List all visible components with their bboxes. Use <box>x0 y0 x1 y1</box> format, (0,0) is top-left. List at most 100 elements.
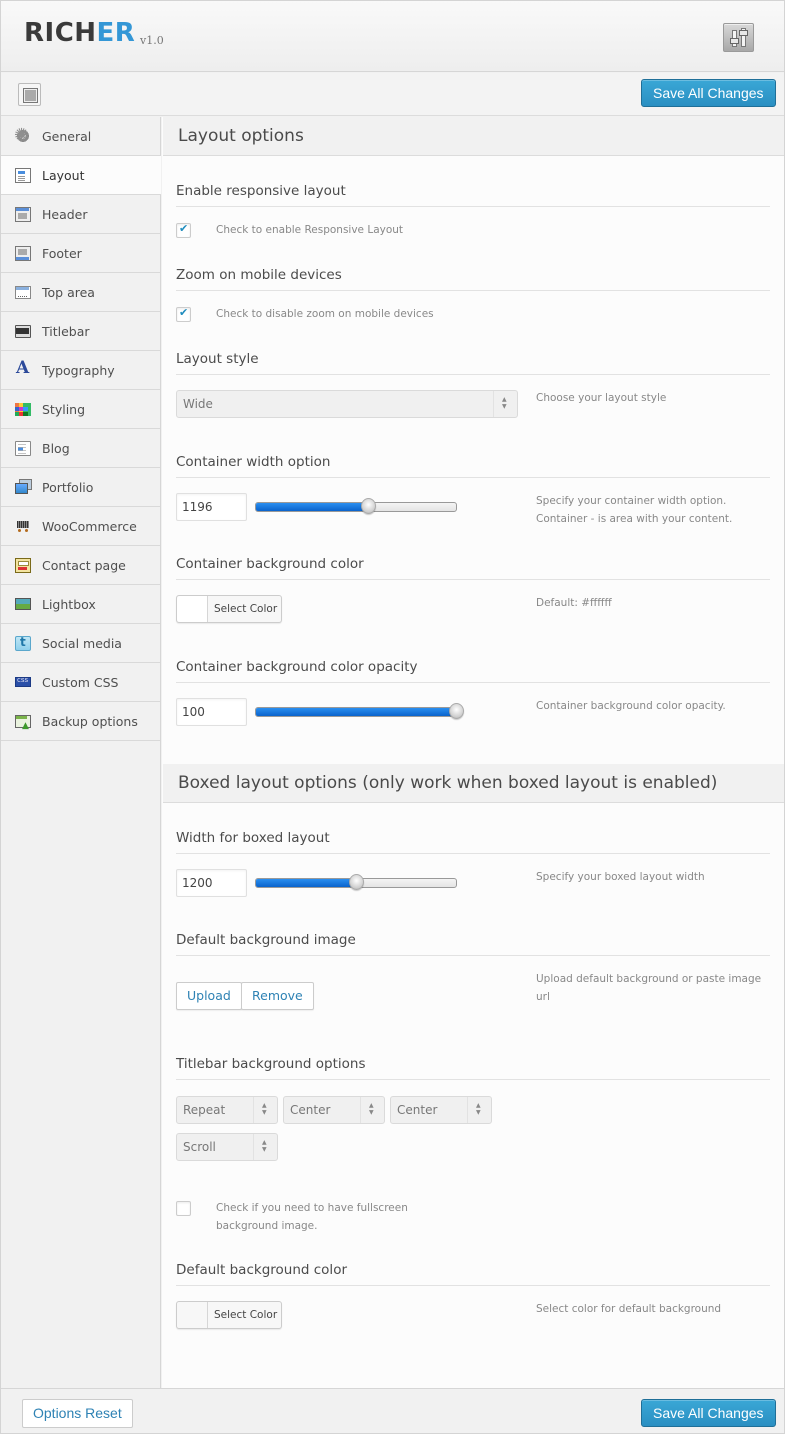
select-color-label: Select Color <box>214 1309 278 1321</box>
option-description: Select color for default background <box>536 1303 722 1315</box>
option-zoom-mobile: Zoom on mobile devices Check to disable … <box>176 267 770 322</box>
container-bg-color-picker[interactable]: Select Color <box>176 595 282 623</box>
boxed-width-slider[interactable] <box>255 874 457 890</box>
sidebar-item-custom-css[interactable]: Custom CSS <box>1 663 160 702</box>
upload-button[interactable]: Upload <box>176 982 242 1010</box>
version-label: v1.0 <box>140 34 164 47</box>
options-panel: RICHER v1.0 Save All Changes General Lay… <box>0 0 785 1434</box>
option-description: Choose your layout style <box>536 392 667 404</box>
color-swatch <box>177 596 208 622</box>
sidebar-item-blog[interactable]: Blog <box>1 429 160 468</box>
boxed-width-input[interactable]: 1200 <box>176 869 247 897</box>
container-opacity-slider[interactable] <box>255 703 464 719</box>
sidebar-item-typography[interactable]: Typography <box>1 351 160 390</box>
layout-style-select[interactable]: Wide <box>176 390 518 418</box>
sidebar-item-header[interactable]: Header <box>1 195 160 234</box>
option-title: Default background image <box>176 932 770 956</box>
titlebar-icon <box>15 324 31 338</box>
remove-button[interactable]: Remove <box>241 982 314 1010</box>
save-all-changes-button[interactable]: Save All Changes <box>641 79 776 107</box>
container-width-slider[interactable] <box>255 498 457 514</box>
slider-handle[interactable] <box>349 874 364 890</box>
color-grid-icon <box>15 402 31 416</box>
option-description: Specify your container width option. Con… <box>536 492 776 528</box>
option-description: Specify your boxed layout width <box>536 871 705 883</box>
option-responsive-layout: Enable responsive layout Check to enable… <box>176 183 770 238</box>
option-titlebar-bg: Titlebar background options Repeat Cente… <box>176 1056 770 1232</box>
description-line: Specify your container width option. <box>536 495 727 507</box>
select-value: Scroll <box>183 1140 216 1154</box>
sliders-icon[interactable] <box>723 23 754 52</box>
option-default-bg-color: Default background color Select Color Se… <box>176 1262 770 1329</box>
sidebar-item-general[interactable]: General <box>1 117 160 156</box>
description-line: Container - is area with your content. <box>536 513 733 525</box>
sidebar-item-lightbox[interactable]: Lightbox <box>1 585 160 624</box>
option-title: Titlebar background options <box>176 1056 770 1080</box>
default-bg-color-picker[interactable]: Select Color <box>176 1301 282 1329</box>
sidebar-nav: General Layout Header Footer Top area Ti… <box>1 117 161 1388</box>
sidebar-item-titlebar[interactable]: Titlebar <box>1 312 160 351</box>
option-description: Upload default background or paste image… <box>536 973 762 1003</box>
sidebar-item-woocommerce[interactable]: WooCommerce <box>1 507 160 546</box>
checkbox-label: Check to enable Responsive Layout <box>216 224 404 236</box>
select-arrows-icon <box>253 1134 277 1160</box>
css-icon <box>15 676 31 687</box>
sidebar-item-contact-page[interactable]: Contact page <box>1 546 160 585</box>
select-arrows-icon <box>360 1097 384 1123</box>
main-content: Layout options Enable responsive layout … <box>162 117 784 1388</box>
sidebar-item-styling[interactable]: Styling <box>1 390 160 429</box>
container-opacity-input[interactable]: 100 <box>176 698 247 726</box>
option-title: Width for boxed layout <box>176 830 770 854</box>
select-value: Center <box>397 1103 438 1117</box>
select-arrows-icon <box>253 1097 277 1123</box>
fullscreen-bg-checkbox[interactable] <box>176 1201 191 1216</box>
backup-icon <box>15 714 31 731</box>
option-title: Container width option <box>176 454 770 478</box>
sidebar-item-backup-options[interactable]: Backup options <box>1 702 160 741</box>
slider-handle[interactable] <box>449 703 464 719</box>
bg-position-x-select[interactable]: Center <box>283 1096 385 1124</box>
expand-icon[interactable] <box>18 83 41 106</box>
twitter-icon <box>15 635 31 651</box>
responsive-checkbox[interactable] <box>176 222 191 238</box>
header-icon <box>15 206 31 222</box>
option-default-bg-image: Default background image Upload Remove U… <box>176 932 770 1010</box>
gear-icon <box>14 125 31 146</box>
option-container-width: Container width option 1196 Specify your… <box>176 454 770 525</box>
sidebar-item-top-area[interactable]: Top area <box>1 273 160 312</box>
option-description: Default: #ffffff <box>536 597 612 609</box>
option-title: Container background color opacity <box>176 659 770 683</box>
option-container-opacity: Container background color opacity 100 C… <box>176 659 770 726</box>
slider-handle[interactable] <box>361 498 376 514</box>
checkbox-label: Check to disable zoom on mobile devices <box>216 308 434 320</box>
container-width-input[interactable]: 1196 <box>176 493 247 521</box>
blog-icon <box>15 440 31 456</box>
contact-form-icon <box>15 557 31 573</box>
sidebar-item-layout[interactable]: Layout <box>1 156 161 195</box>
sidebar-item-social-media[interactable]: Social media <box>1 624 160 663</box>
select-color-label: Select Color <box>214 603 278 615</box>
select-arrows-icon <box>493 391 517 417</box>
top-area-icon <box>15 285 31 299</box>
option-title: Enable responsive layout <box>176 183 770 207</box>
slider-fill <box>256 879 356 887</box>
options-reset-button[interactable]: Options Reset <box>22 1399 133 1428</box>
bg-attachment-select[interactable]: Scroll <box>176 1133 278 1161</box>
option-description: Container background color opacity. <box>536 700 726 712</box>
zoom-checkbox[interactable] <box>176 306 191 322</box>
layout-doc-icon <box>15 167 31 183</box>
save-all-changes-button-bottom[interactable]: Save All Changes <box>641 1399 776 1427</box>
sidebar-item-footer[interactable]: Footer <box>1 234 160 273</box>
option-container-bg-color: Container background color Select Color … <box>176 556 770 623</box>
header-bar: RICHER v1.0 <box>1 1 784 72</box>
bg-repeat-select[interactable]: Repeat <box>176 1096 278 1124</box>
select-value: Wide <box>183 397 213 411</box>
bg-position-y-select[interactable]: Center <box>390 1096 492 1124</box>
select-value: Repeat <box>183 1103 226 1117</box>
section-title-layout-options: Layout options <box>163 117 784 156</box>
section-title-boxed-layout: Boxed layout options (only work when box… <box>163 764 784 803</box>
sidebar-item-portfolio[interactable]: Portfolio <box>1 468 160 507</box>
select-arrows-icon <box>467 1097 491 1123</box>
option-title: Layout style <box>176 351 770 375</box>
slider-fill <box>256 503 368 511</box>
